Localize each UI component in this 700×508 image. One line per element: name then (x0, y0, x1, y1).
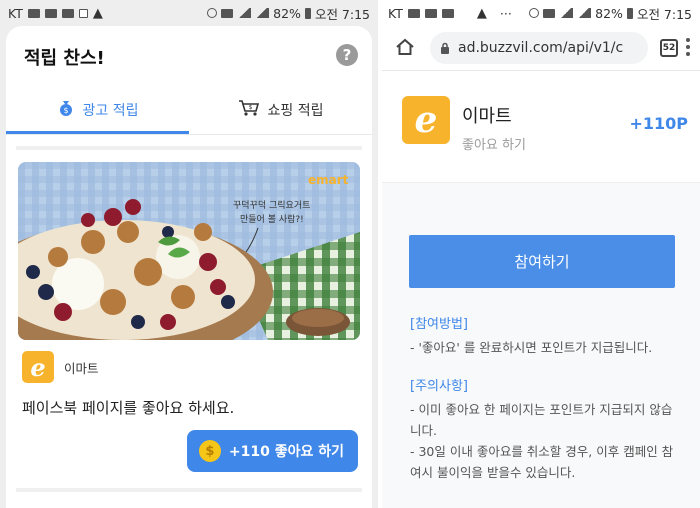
message-icon (441, 8, 454, 18)
card-header: 적립 찬스! ? (6, 26, 372, 86)
campaign-subtitle: 좋아요 하기 (462, 138, 526, 153)
left-screen: KT ▲ 82% 오전 7:15 적립 찬스! ? $ 광고 적립 $ 쇼핑 적… (0, 0, 378, 508)
shopping-cart-icon: $ (238, 99, 260, 121)
reward-tabs: $ 광고 적립 $ 쇼핑 적립 (6, 86, 372, 134)
status-bar: KT ▲ 82% 오전 7:15 (0, 0, 378, 26)
notification-icon (407, 8, 420, 18)
reward-points: +110P (629, 114, 688, 133)
handwriting-line: 꾸덕꾸덕 그릭요거트 (233, 199, 310, 211)
notice-line: - 이미 좋아요 한 페이지는 포인트가 지급되지 않습니다. (410, 402, 673, 438)
battery-percent: 82% (595, 5, 623, 21)
square-icon (78, 8, 88, 18)
divider (382, 70, 700, 71)
message-icon (61, 8, 74, 18)
warning-icon: ▲ (92, 5, 103, 21)
how-to-title: [참여방법] (410, 317, 468, 332)
svg-text:$: $ (63, 106, 68, 115)
more-menu-icon[interactable] (686, 38, 690, 56)
hd-icon (543, 8, 556, 18)
signal-icon (255, 8, 270, 18)
svg-text:$: $ (248, 104, 252, 111)
coin-icon: $ (198, 440, 221, 462)
carrier-label: KT (388, 5, 403, 21)
tab-switcher-button[interactable]: 52 (660, 39, 678, 57)
battery-percent: 82% (273, 5, 301, 21)
clock: 오전 7:15 (636, 6, 692, 22)
divider (16, 488, 362, 492)
tab-ad-reward[interactable]: $ 광고 적립 (6, 86, 189, 134)
notice-title: [주의사항] (410, 379, 468, 394)
tab-label: 광고 적립 (82, 103, 139, 119)
campaign-header: e 이마트 좋아요 하기 +110P (382, 96, 700, 160)
sync-icon (207, 8, 218, 18)
brand-row: e 이마트 (22, 351, 99, 383)
home-icon[interactable] (394, 36, 416, 58)
emart-mark: emart (308, 173, 349, 187)
address-bar[interactable]: ad.buzzvil.com/api/v1/c (430, 32, 648, 64)
battery-icon (304, 7, 311, 19)
notice-line: - 30일 이내 좋아요를 취소할 경우, 이후 캠페인 참여시 불이익을 받을… (410, 444, 674, 480)
sync-icon (529, 8, 540, 18)
notification-icon (44, 8, 57, 18)
reward-card: 적립 찬스! ? $ 광고 적립 $ 쇼핑 적립 emart 꾸덕꾸덕 그릭요거… (6, 26, 372, 508)
help-button[interactable]: ? (336, 44, 358, 66)
campaign-title: 이마트 (462, 106, 512, 127)
join-button[interactable]: 참여하기 (409, 235, 675, 288)
card-title: 적립 찬스! (24, 48, 105, 69)
ad-description: 페이스북 페이지를 좋아요 하세요. (22, 399, 235, 417)
status-bar: KT ▲ ··· 82% 오전 7:15 (382, 0, 700, 26)
url-text: ad.buzzvil.com/api/v1/c (458, 40, 624, 56)
notification-icon (424, 8, 437, 18)
ad-image[interactable]: emart 꾸덕꾸덕 그릭요거트 만들어 볼 사람?! (18, 162, 360, 340)
clock: 오전 7:15 (314, 6, 370, 22)
emart-logo: e (22, 351, 54, 383)
wifi-icon (559, 8, 574, 18)
like-button[interactable]: $ +110 좋아요 하기 (186, 430, 358, 472)
carrier-label: KT (8, 5, 23, 21)
signal-icon (577, 8, 592, 18)
browser-toolbar: ad.buzzvil.com/api/v1/c 52 (382, 26, 700, 70)
right-screen: KT ▲ ··· 82% 오전 7:15 ad.buzzvil.com/api/… (382, 0, 700, 508)
warning-icon: ▲ (476, 5, 487, 21)
handwriting-line: 만들어 볼 사람?! (240, 213, 304, 225)
wifi-icon (237, 8, 252, 18)
campaign-body: 참여하기 [참여방법] - '좋아요' 를 완료하시면 포인트가 지급됩니다. … (382, 182, 700, 508)
hd-icon (221, 8, 234, 18)
emart-logo: e (402, 96, 450, 144)
lock-icon (440, 42, 450, 54)
like-button-label: +110 좋아요 하기 (228, 444, 344, 460)
money-bag-icon: $ (57, 99, 75, 121)
divider (16, 146, 362, 150)
tab-label: 쇼핑 적립 (267, 103, 324, 119)
brand-name: 이마트 (64, 360, 99, 376)
notification-icon (27, 8, 40, 18)
more-dots: ··· (499, 5, 512, 21)
divider (6, 134, 372, 135)
battery-icon (626, 7, 633, 19)
how-to-text: - '좋아요' 를 완료하시면 포인트가 지급됩니다. (410, 340, 653, 355)
tab-shopping-reward[interactable]: $ 쇼핑 적립 (189, 86, 372, 134)
